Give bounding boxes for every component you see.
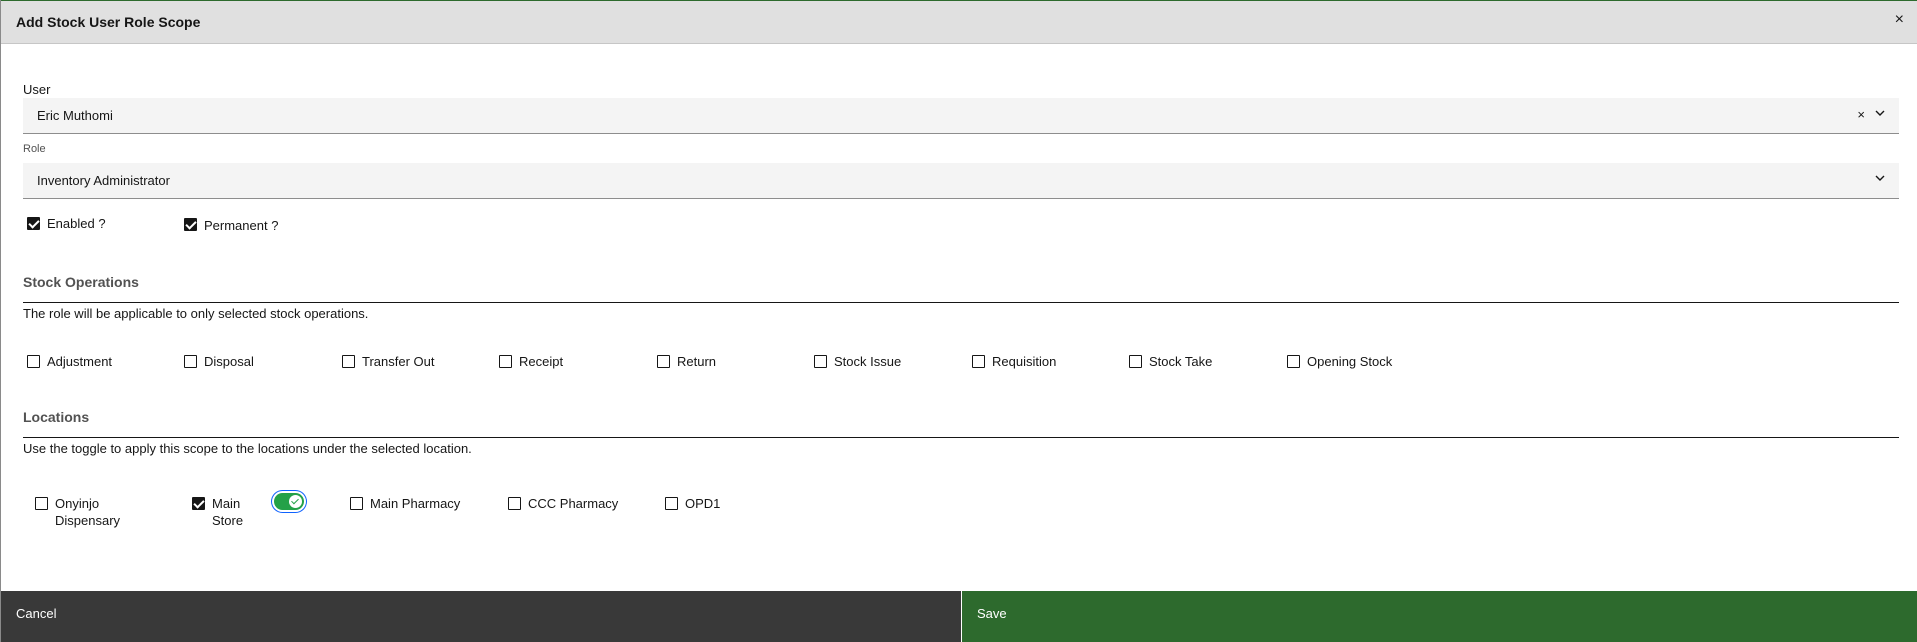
- location-label: Onyinjo Dispensary: [55, 495, 120, 529]
- section-divider: [23, 437, 1899, 438]
- transfer-out-label: Transfer Out: [362, 354, 435, 369]
- modal-header: Add Stock User Role Scope ×: [1, 0, 1917, 44]
- toggle-check-icon: [289, 495, 302, 508]
- main-pharmacy-checkbox[interactable]: [350, 497, 363, 510]
- stock-operations-title: Stock Operations: [23, 274, 139, 290]
- enabled-label: Enabled ?: [47, 216, 106, 231]
- location-label: Main Store: [212, 495, 243, 529]
- user-value: Eric Muthomi: [37, 108, 113, 123]
- receipt-label: Receipt: [519, 354, 564, 369]
- location-label-line1: Main: [212, 496, 241, 511]
- cancel-button[interactable]: Cancel: [1, 591, 961, 642]
- chevron-down-icon[interactable]: [1873, 106, 1887, 120]
- role-label: Role: [23, 143, 46, 155]
- stock-issue-label: Stock Issue: [834, 354, 902, 369]
- adjustment-label: Adjustment: [47, 354, 113, 369]
- section-divider: [23, 302, 1899, 303]
- disposal-label: Disposal: [204, 354, 254, 369]
- close-icon[interactable]: ×: [1895, 11, 1904, 29]
- main-store-checkbox[interactable]: [192, 497, 205, 510]
- chevron-down-icon[interactable]: [1873, 171, 1887, 185]
- add-stock-user-role-scope-modal: Add Stock User Role Scope × User Eric Mu…: [0, 0, 1917, 642]
- save-button-label: Save: [977, 606, 1007, 621]
- cancel-button-label: Cancel: [16, 606, 57, 621]
- ccc-pharmacy-label: CCC Pharmacy: [528, 496, 619, 511]
- main-pharmacy-label: Main Pharmacy: [370, 496, 461, 511]
- location-label-line1: Onyinjo: [55, 496, 100, 511]
- include-child-locations-toggle[interactable]: [274, 493, 304, 510]
- clear-selection-icon[interactable]: ×: [1857, 107, 1865, 122]
- locations-description: Use the toggle to apply this scope to th…: [23, 441, 472, 456]
- modal-title: Add Stock User Role Scope: [16, 14, 201, 30]
- stock-take-label: Stock Take: [1149, 354, 1213, 369]
- stock-take-checkbox[interactable]: [1129, 355, 1142, 368]
- permanent-checkbox[interactable]: [184, 218, 197, 231]
- role-value: Inventory Administrator: [37, 173, 170, 188]
- save-button[interactable]: Save: [962, 591, 1917, 642]
- adjustment-checkbox[interactable]: [27, 355, 40, 368]
- return-label: Return: [677, 354, 717, 369]
- return-checkbox[interactable]: [657, 355, 670, 368]
- location-label-line2: Dispensary: [55, 513, 121, 528]
- stock-operations-description: The role will be applicable to only sele…: [23, 306, 369, 321]
- user-combobox[interactable]: Eric Muthomi ×: [23, 98, 1899, 134]
- requisition-label: Requisition: [992, 354, 1057, 369]
- opening-stock-label: Opening Stock: [1307, 354, 1393, 369]
- requisition-checkbox[interactable]: [972, 355, 985, 368]
- stock-issue-checkbox[interactable]: [814, 355, 827, 368]
- ccc-pharmacy-checkbox[interactable]: [508, 497, 521, 510]
- receipt-checkbox[interactable]: [499, 355, 512, 368]
- opening-stock-checkbox[interactable]: [1287, 355, 1300, 368]
- locations-title: Locations: [23, 409, 90, 425]
- opd1-label: OPD1: [685, 496, 721, 511]
- transfer-out-checkbox[interactable]: [342, 355, 355, 368]
- disposal-checkbox[interactable]: [184, 355, 197, 368]
- role-select[interactable]: Inventory Administrator: [23, 163, 1899, 199]
- location-label-line2: Store: [212, 513, 244, 528]
- enabled-checkbox[interactable]: [27, 217, 40, 230]
- opd1-checkbox[interactable]: [665, 497, 678, 510]
- user-label: User: [23, 82, 51, 97]
- onyinjo-dispensary-checkbox[interactable]: [35, 497, 48, 510]
- permanent-label: Permanent ?: [204, 218, 279, 233]
